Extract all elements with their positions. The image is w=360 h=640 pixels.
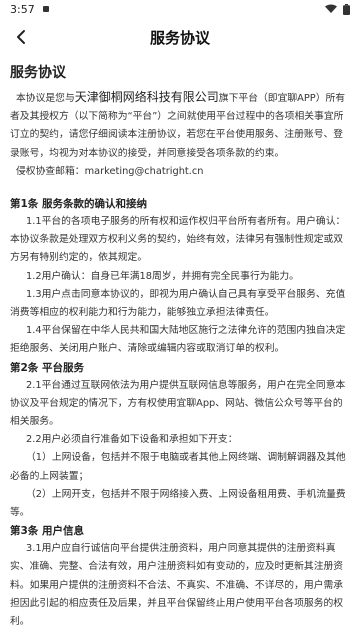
section-paragraph: 1.1平台的各项电子服务的所有权和运作权归平台所有者所有。用户确认：本协议条款是… — [10, 216, 346, 264]
section-heading: 第2条 平台服务 — [10, 361, 84, 374]
section-paragraph: 2.1平台通过互联网依法为用户提供互联网信息等服务，用户在完全同意本协议及平台规… — [10, 379, 346, 428]
email-line: 侵权协查邮箱：marketing@chatright.cn — [16, 165, 204, 177]
company-name: 天津御桐网络科技有限公司 — [74, 90, 219, 104]
section-paragraph: 1.4平台保留在中华人民共和国大陆地区施行之法律允许的范围内独自决定拒绝服务、关… — [10, 325, 346, 355]
status-time: 3:57 — [10, 2, 35, 16]
intro-paragraph: 本协议是您与天津御桐网络科技有限公司旗下平台（即宜聊APP）所有者及其授权方（以… — [10, 88, 350, 163]
wifi-icon — [325, 4, 337, 13]
section-heading: 第3条 用户信息 — [10, 525, 84, 538]
battery-icon — [343, 3, 350, 15]
notification-icon — [42, 6, 49, 12]
section-paragraph: 1.2用户确认：自身已年满18周岁，并拥有完全民事行为能力。 — [26, 270, 299, 282]
document-title: 服务协议 — [10, 65, 66, 81]
section-paragraph: 1.3用户点击同意本协议的，即视为用户确认自己具有享受平台服务、充值消费等相应的… — [10, 288, 346, 319]
status-bar: 3:57 — [0, 0, 360, 18]
intro-pre: 本协议是您与 — [16, 93, 75, 104]
page-title: 服务协议 — [149, 28, 210, 47]
chevron-left-icon — [17, 30, 25, 44]
nav-bar: 服务协议 — [0, 18, 360, 56]
section-paragraph: 3.1用户应自行诚信向平台提供注册资料，用户同意其提供的注册资料真实、准确、完整… — [10, 543, 344, 628]
back-button[interactable] — [8, 24, 34, 50]
section-paragraph: （2）上网开支，包括并不限于网络接入费、上网设备租用费、手机流量费等。 — [10, 488, 346, 519]
section-heading: 第1条 服务条款的确认和接纳 — [10, 198, 147, 211]
section-paragraph: （1）上网设备，包括并不限于电脑或者其他上网终端、调制解调器及其他必备的上网装置… — [10, 452, 346, 482]
section-paragraph: 2.2用户必须自行准备如下设备和承担如下开支： — [26, 434, 238, 446]
agreement-content[interactable]: 服务协议 本协议是您与天津御桐网络科技有限公司旗下平台（即宜聊APP）所有者及其… — [0, 60, 360, 640]
